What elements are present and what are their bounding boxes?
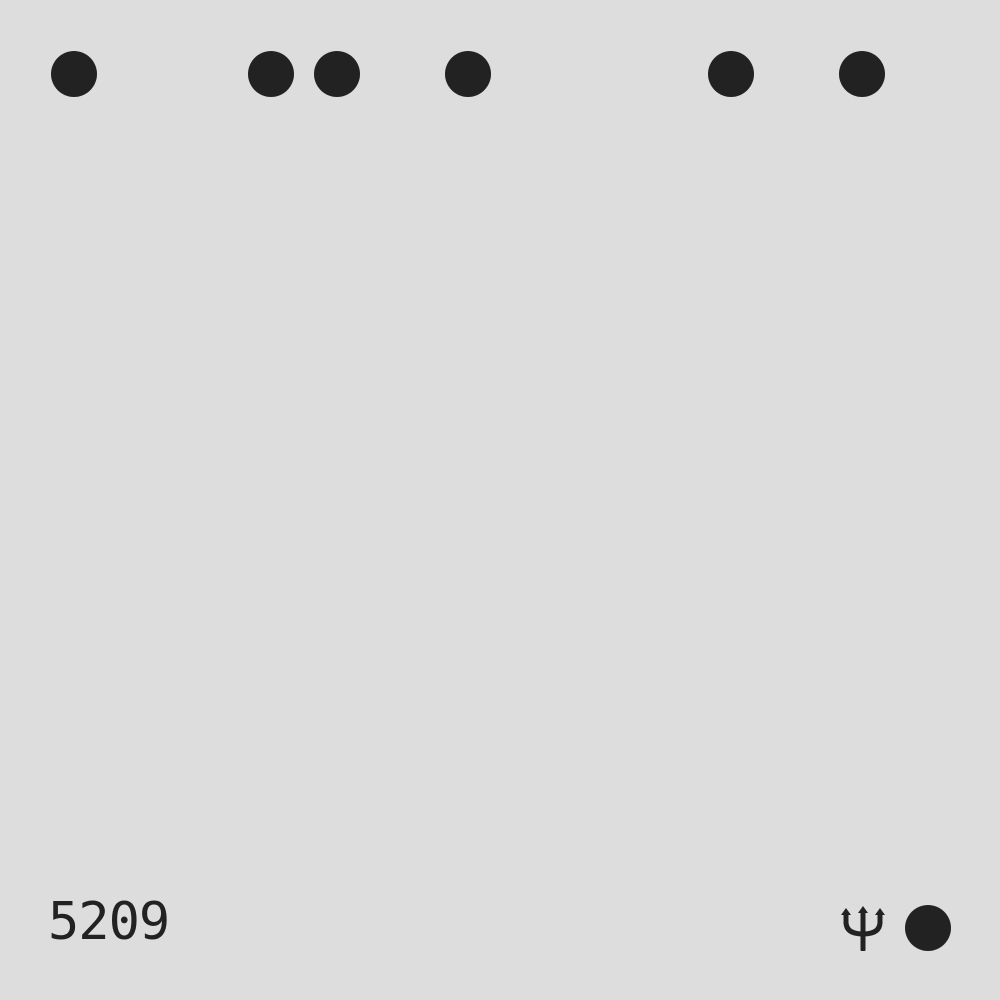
number-label: 5209 bbox=[48, 892, 170, 952]
top-dot-2 bbox=[248, 51, 294, 97]
trident-icon bbox=[841, 906, 885, 951]
canvas: 5209 bbox=[0, 0, 1000, 1000]
top-dot-4 bbox=[445, 51, 491, 97]
top-dot-3 bbox=[314, 51, 360, 97]
top-dot-5 bbox=[708, 51, 754, 97]
top-dot-6 bbox=[839, 51, 885, 97]
filled-circle-icon bbox=[905, 905, 951, 951]
top-dot-1 bbox=[51, 51, 97, 97]
